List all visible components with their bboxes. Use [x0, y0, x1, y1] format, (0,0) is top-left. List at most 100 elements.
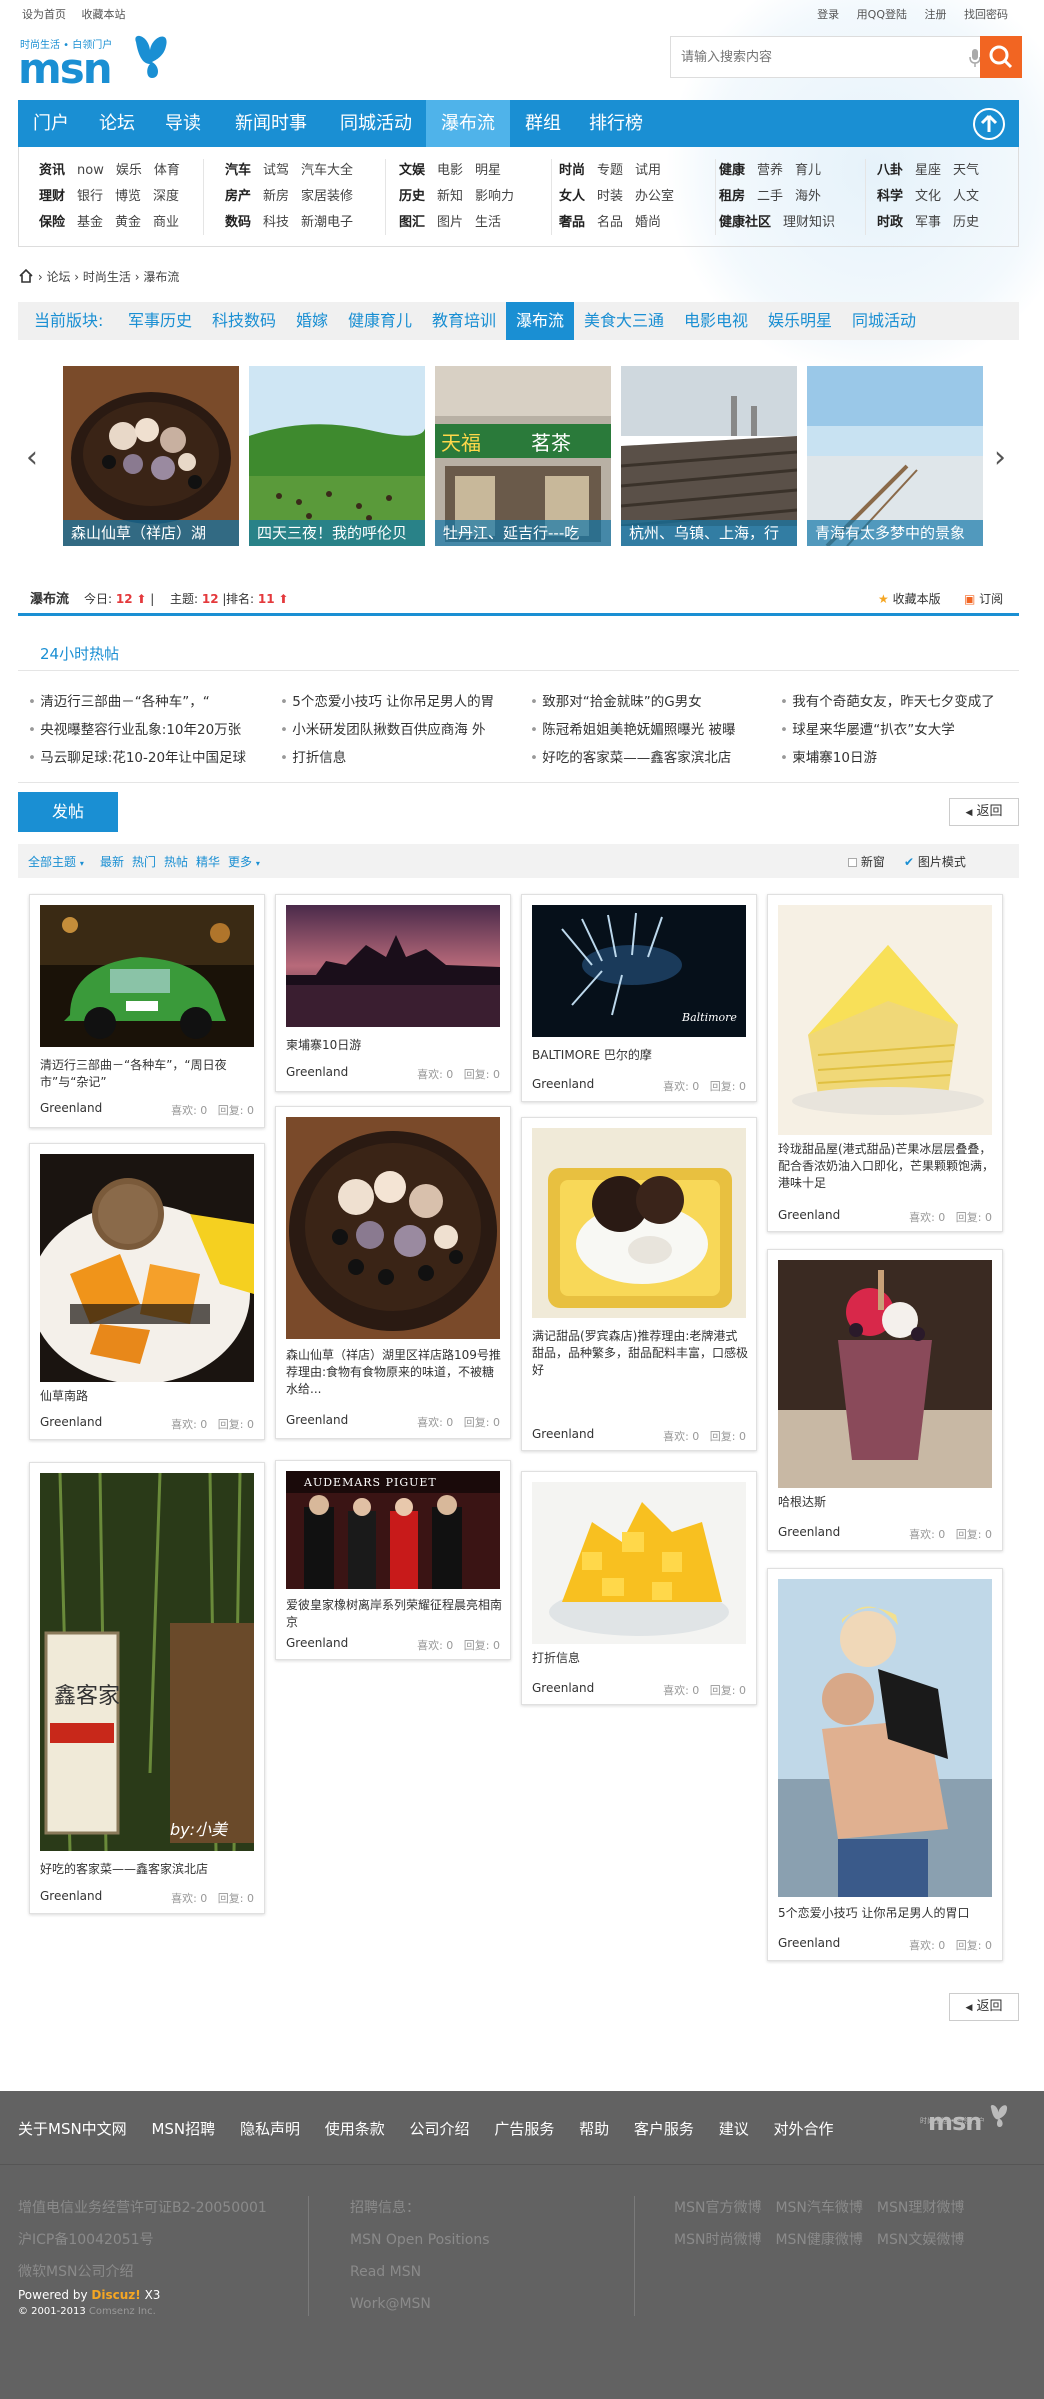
qq-login-link[interactable]: 用QQ登陆 — [857, 8, 907, 21]
find-password-link[interactable]: 找回密码 — [964, 8, 1008, 21]
category-link[interactable]: 商业 — [153, 215, 179, 230]
filter-latest[interactable]: 最新 — [100, 853, 124, 870]
category-link[interactable]: now — [77, 163, 104, 178]
filter-all-topics[interactable]: 全部主题 ▾ — [28, 853, 84, 870]
post-card[interactable]: Baltimore BALTIMORE 巴尔的摩 Greenland 喜欢: 0… — [521, 894, 757, 1102]
footer-link[interactable]: 客户服务 — [634, 2120, 694, 2138]
post-card[interactable]: 满记甜品(罗宾森店)推荐理由:老牌港式甜品，品种繁多，甜品配料丰富，口感极好 G… — [521, 1117, 757, 1451]
post-author[interactable]: Greenland — [286, 1636, 348, 1650]
hot-post-link[interactable]: 打折信息 — [280, 746, 346, 766]
category-head[interactable]: 汽车 — [225, 163, 251, 178]
filter-digest[interactable]: 精华 — [196, 853, 220, 870]
section-tab[interactable]: 教育培训 — [432, 302, 496, 340]
picture-mode-checkbox[interactable]: ✔ 图片模式 — [904, 853, 966, 870]
section-tab[interactable]: 同城活动 — [852, 302, 916, 340]
footer-link[interactable]: 建议 — [719, 2120, 749, 2138]
post-author[interactable]: Greenland — [40, 1415, 102, 1429]
category-head[interactable]: 时尚 — [559, 163, 585, 178]
footer-link[interactable]: 公司介绍 — [410, 2120, 470, 2138]
new-post-button[interactable]: 发帖 — [18, 792, 118, 832]
weibo-link[interactable]: MSN理财微博 — [877, 2200, 964, 2216]
category-link[interactable]: 理财知识 — [783, 215, 835, 230]
search-input[interactable] — [681, 47, 961, 67]
category-link[interactable]: 新房 — [263, 189, 289, 204]
section-tab[interactable]: 军事历史 — [128, 302, 192, 340]
category-link[interactable]: 人文 — [953, 189, 979, 204]
category-link[interactable]: 试驾 — [263, 163, 289, 178]
category-link[interactable]: 科技 — [263, 215, 289, 230]
site-logo[interactable]: 时尚生活 • 白领门户 msn — [18, 30, 178, 93]
category-link[interactable]: 黄金 — [115, 215, 141, 230]
category-link[interactable]: 名品 — [597, 215, 623, 230]
weibo-link[interactable]: MSN健康微博 — [775, 2232, 862, 2248]
category-head[interactable]: 理财 — [39, 189, 65, 204]
footer-link[interactable]: 使用条款 — [325, 2120, 385, 2138]
filter-hot-posts[interactable]: 热帖 — [164, 853, 188, 870]
category-link[interactable]: 营养 — [757, 163, 783, 178]
post-author[interactable]: Greenland — [286, 1065, 348, 1079]
nav-item-portal[interactable]: 门户 — [18, 100, 84, 147]
category-link[interactable]: 二手 — [757, 189, 783, 204]
hot-post-link[interactable]: 清迈行三部曲－“各种车”，“ — [28, 690, 209, 710]
register-link[interactable]: 注册 — [925, 8, 947, 21]
category-head[interactable]: 数码 — [225, 215, 251, 230]
category-link[interactable]: 图片 — [437, 215, 463, 230]
hot-post-link[interactable]: 陈冠希姐姐美艳妩媚照曝光 被曝 — [530, 718, 735, 738]
chevron-right-icon[interactable]: › — [994, 440, 1006, 475]
category-link[interactable]: 办公室 — [635, 189, 674, 204]
section-tab[interactable]: 娱乐明星 — [768, 302, 832, 340]
category-link[interactable]: 天气 — [953, 163, 979, 178]
category-link[interactable]: 生活 — [475, 215, 501, 230]
post-author[interactable]: Greenland — [40, 1101, 102, 1115]
comsenz-link[interactable]: Comsenz Inc. — [89, 2306, 156, 2317]
nav-item-groups[interactable]: 群组 — [510, 100, 576, 147]
breadcrumb-item[interactable]: 时尚生活 — [83, 270, 131, 284]
post-author[interactable]: Greenland — [286, 1413, 348, 1427]
category-head[interactable]: 八卦 — [877, 163, 903, 178]
nav-item-guide[interactable]: 导读 — [150, 100, 216, 147]
footer-link[interactable]: MSN招聘 — [151, 2120, 215, 2138]
section-tab[interactable]: 电影电视 — [684, 302, 748, 340]
category-head[interactable]: 奢品 — [559, 215, 585, 230]
category-link[interactable]: 育儿 — [795, 163, 821, 178]
post-author[interactable]: Greenland — [532, 1077, 594, 1091]
carousel-item[interactable]: 青海有太多梦中的景象 — [807, 366, 983, 546]
category-link[interactable]: 专题 — [597, 163, 623, 178]
nav-item-ranking[interactable]: 排行榜 — [576, 100, 656, 147]
section-tab[interactable]: 美食大三通 — [584, 302, 664, 340]
weibo-link[interactable]: MSN官方微博 — [674, 2200, 761, 2216]
post-card[interactable]: 鑫客家 by:小美 好吃的客家菜——鑫客家滨北店 Greenland 喜欢: 0 … — [29, 1462, 265, 1914]
category-head[interactable]: 健康社区 — [719, 215, 771, 230]
category-link[interactable]: 深度 — [153, 189, 179, 204]
category-link[interactable]: 历史 — [953, 215, 979, 230]
hot-post-link[interactable]: 致那对“拾金就昧”的G男女 — [530, 690, 701, 710]
section-tab-active[interactable]: 瀑布流 — [506, 302, 574, 340]
category-head[interactable]: 科学 — [877, 189, 903, 204]
category-link[interactable]: 银行 — [77, 189, 103, 204]
company-intro-link[interactable]: 微软MSN公司介绍 — [18, 2256, 267, 2288]
post-card[interactable]: 仙草南路 Greenland 喜欢: 0 回复: 0 — [29, 1143, 265, 1440]
subscribe-button[interactable]: ▣ 订阅 — [964, 590, 1003, 607]
back-button[interactable]: ◀ 返回 — [949, 798, 1019, 826]
login-link[interactable]: 登录 — [817, 8, 839, 21]
category-link[interactable]: 军事 — [915, 215, 941, 230]
post-author[interactable]: Greenland — [532, 1681, 594, 1695]
hot-post-link[interactable]: 马云聊足球:花10-20年让中国足球 — [28, 746, 246, 766]
category-head[interactable]: 文娱 — [399, 163, 425, 178]
back-to-top-button[interactable] — [973, 108, 1005, 140]
hot-post-link[interactable]: 小米研发团队揪数百供应商海 外 — [280, 718, 485, 738]
post-card[interactable]: 清迈行三部曲－“各种车”，“周日夜市”与“杂记” Greenland 喜欢: 0… — [29, 894, 265, 1128]
category-link[interactable]: 娱乐 — [116, 163, 142, 178]
category-link[interactable]: 影响力 — [475, 189, 514, 204]
breadcrumb-item[interactable]: 瀑布流 — [143, 270, 179, 284]
category-head[interactable]: 历史 — [399, 189, 425, 204]
post-card[interactable]: 玲珑甜品屋(港式甜品)芒果冰层层叠叠，配合香浓奶油入口即化，芒果颗颗饱满，港味十… — [767, 894, 1003, 1232]
hot-post-link[interactable]: 好吃的客家菜——鑫客家滨北店 — [530, 746, 731, 766]
carousel-item[interactable]: 天福 茗茶 牡丹江、延吉行---吃 — [435, 366, 611, 546]
jobs-link[interactable]: Read MSN — [350, 2256, 490, 2288]
carousel-item[interactable]: 森山仙草（祥店）湖 — [63, 366, 239, 546]
category-link[interactable]: 婚尚 — [635, 215, 661, 230]
jobs-link[interactable]: MSN Open Positions — [350, 2224, 490, 2256]
post-card[interactable]: 5个恋爱小技巧 让你吊足男人的胃口 Greenland 喜欢: 0 回复: 0 — [767, 1568, 1003, 1961]
post-card[interactable]: 打折信息 Greenland 喜欢: 0 回复: 0 — [521, 1471, 757, 1705]
